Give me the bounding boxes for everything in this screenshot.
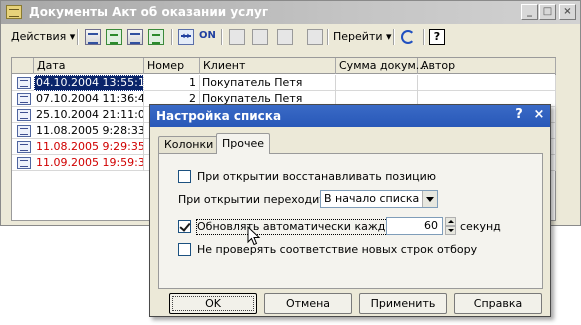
auto-refresh-checkbox[interactable]	[178, 220, 191, 233]
column-header-client[interactable]: Клиент	[200, 58, 336, 74]
cell-author[interactable]	[418, 75, 556, 91]
refresh-interval-input[interactable]: 60	[386, 217, 443, 235]
cell-date[interactable]: 07.10.2004 11:36:43	[34, 91, 144, 107]
auto-refresh-label: Обновлять автоматически каждые	[196, 219, 402, 235]
ok-button[interactable]: OK	[169, 293, 257, 314]
close-window-button[interactable]: ×	[559, 4, 576, 20]
cell-date[interactable]: 11.09.2005 19:59:30	[34, 155, 144, 171]
copy-icon[interactable]	[106, 29, 122, 45]
toolbar-separator	[171, 29, 173, 45]
document-journal-icon	[6, 5, 22, 19]
actions-label: Действия	[11, 30, 67, 43]
delete-icon[interactable]	[148, 29, 164, 45]
document-icon	[17, 125, 31, 137]
restore-position-checkbox[interactable]	[178, 170, 191, 183]
table-row[interactable]: 04.10.2004 13:55:17 1 Покупатель Петя	[12, 75, 556, 91]
cancel-button[interactable]: Отмена	[264, 293, 352, 314]
column-header-number[interactable]: Номер	[144, 58, 200, 74]
goto-label: Перейти	[333, 30, 383, 43]
toolbar: Действия ▾ ↔ ON Перейти ▾ ?	[5, 27, 576, 47]
find-icon[interactable]: ON	[199, 29, 216, 45]
toolbar-separator	[77, 29, 79, 45]
range-icon[interactable]: ↔	[178, 29, 194, 45]
document-icon	[17, 109, 31, 121]
open-goto-value: В начало списка	[324, 192, 420, 205]
document-icon	[17, 157, 31, 169]
restore-position-label: При открытии восстанавливать позицию	[197, 170, 437, 183]
window-title-bar[interactable]: Документы Акт об оказании услуг _ □ ×	[1, 1, 580, 24]
toolbar-separator	[327, 29, 329, 45]
column-header-author[interactable]: Автор	[418, 58, 556, 74]
cell-date[interactable]: 11.08.2005 9:29:35	[34, 139, 144, 155]
stepper-up-icon[interactable]	[445, 217, 456, 226]
list-settings-dialog: Настройка списка ? × Колонки Прочее При …	[149, 104, 551, 317]
tab-panel-other: При открытии восстанавливать позицию При…	[158, 153, 543, 289]
dialog-title-bar[interactable]: Настройка списка ? ×	[150, 105, 550, 127]
document-icon	[17, 93, 31, 105]
cell-amount[interactable]	[336, 75, 418, 91]
skip-filter-check-checkbox[interactable]	[178, 243, 191, 256]
tab-other[interactable]: Прочее	[216, 133, 271, 154]
table-header: Дата Номер Клиент Сумма докум... Автор	[12, 58, 556, 74]
apply-button[interactable]: Применить	[359, 293, 447, 314]
goto-menu[interactable]: Перейти ▾	[333, 27, 392, 47]
dialog-help-button[interactable]: ?	[510, 107, 528, 124]
cell-date[interactable]: 04.10.2004 13:55:17	[34, 75, 144, 91]
open-goto-label: При открытии переходить:	[178, 193, 336, 206]
filter-icon[interactable]	[229, 29, 245, 45]
cell-number[interactable]: 1	[144, 75, 200, 91]
column-header-amount[interactable]: Сумма докум...	[336, 58, 426, 74]
toolbar-separator	[393, 29, 395, 45]
refresh-interval-stepper[interactable]	[445, 217, 456, 235]
help-icon[interactable]: ?	[429, 29, 445, 45]
open-goto-select[interactable]: В начало списка	[320, 190, 438, 208]
window-title: Документы Акт об оказании услуг	[29, 5, 269, 19]
add-icon[interactable]	[85, 29, 101, 45]
cell-date[interactable]: 25.10.2004 21:11:05	[34, 107, 144, 123]
refresh-interval-unit: секунд	[460, 220, 501, 233]
filter-off-icon[interactable]	[252, 29, 268, 45]
mouse-pointer-icon	[247, 226, 261, 246]
skip-filter-check-label: Не проверять соответствие новых строк от…	[197, 243, 478, 256]
column-header-date[interactable]: Дата	[34, 58, 144, 74]
stepper-down-icon[interactable]	[445, 226, 456, 235]
cell-client[interactable]: Покупатель Петя	[200, 75, 336, 91]
toolbar-separator	[221, 29, 223, 45]
toolbar-separator	[423, 29, 425, 45]
document-icon	[17, 77, 31, 89]
chevron-down-icon[interactable]	[422, 191, 437, 207]
clear-filter-icon[interactable]	[307, 29, 323, 45]
actions-menu[interactable]: Действия ▾	[11, 27, 75, 47]
help-button[interactable]: Справка	[454, 293, 542, 314]
tab-columns[interactable]: Колонки	[158, 136, 220, 154]
maximize-button[interactable]: □	[539, 4, 556, 20]
sort-icon[interactable]	[277, 29, 293, 45]
refresh-interval-value: 60	[424, 219, 438, 232]
refresh-icon[interactable]	[401, 30, 415, 44]
minimize-button[interactable]: _	[521, 4, 538, 20]
add-group-icon[interactable]	[127, 29, 143, 45]
dialog-close-button[interactable]: ×	[530, 107, 548, 124]
document-icon	[17, 141, 31, 153]
cell-date[interactable]: 11.08.2005 9:28:33	[34, 123, 144, 139]
dialog-title: Настройка списка	[156, 109, 282, 123]
icon-column-header	[12, 58, 34, 74]
